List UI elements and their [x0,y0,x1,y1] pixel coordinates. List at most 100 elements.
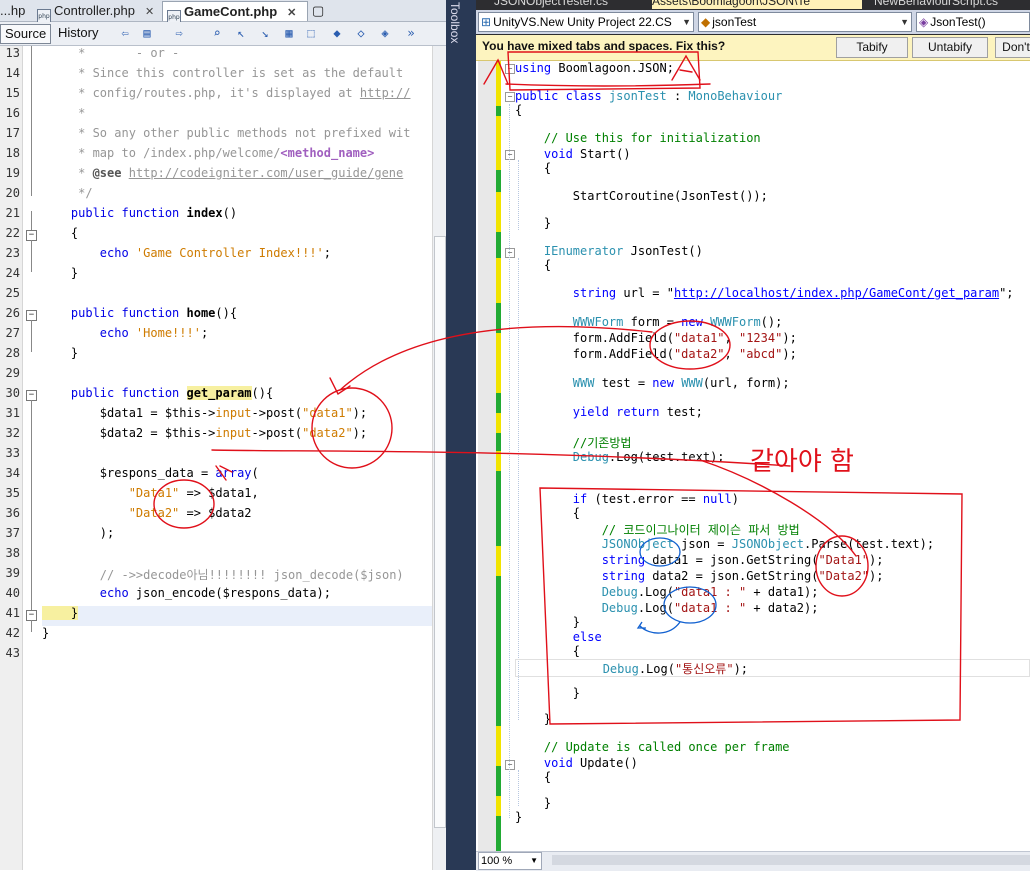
dont-button[interactable]: Don't [995,37,1030,58]
code-link[interactable]: http:// [360,86,411,100]
tab-prev-file[interactable]: ...hp [0,1,32,20]
code-link[interactable]: http://codeigniter.com/user_guide/gene [129,166,404,180]
line-number: 37 [5,526,20,540]
code-keyword: public function [42,386,187,400]
code-text: data2 = json.GetString( [645,569,819,583]
code-text: ($respons_data); [215,586,331,600]
code-text: .Log( [637,601,674,615]
zoom-dropdown[interactable]: 100 % ▼ [478,852,542,870]
fold-toggle-icon[interactable]: − [505,64,515,74]
fold-toggle-icon[interactable]: − [505,760,515,770]
back-icon[interactable]: ⇦ [118,26,132,40]
code-type: Debug [602,662,639,676]
code-line: // 코드이그나이터 제이슨 파서 방법 [515,523,800,537]
code-type: JSONObject [601,537,674,551]
code-keyword: string [572,286,617,300]
toolbox-label: Toolbox [448,2,462,44]
find-icon[interactable]: ⌕ [210,26,224,40]
toolbox-panel[interactable]: Toolbox [446,0,476,870]
code-text: ->post( [251,406,303,420]
find-next-icon[interactable]: ↘ [258,26,272,40]
line-number: 25 [5,286,20,300]
code-line: } [42,346,79,360]
more-chevron-icon[interactable]: » [404,26,418,40]
toggle-bookmark-icon[interactable]: ◈ [378,26,392,40]
code-text: ); [352,406,368,420]
toggle-highlight-icon[interactable]: ▦ [282,26,296,40]
close-icon[interactable]: ✕ [287,4,296,23]
code-keyword: new [681,315,703,329]
code-type: WWWForm [572,315,624,329]
code-line: } [42,606,79,626]
tab-label: ...hp [0,3,26,18]
code-text: JsonTest() [623,244,703,258]
horizontal-scrollbar[interactable] [552,855,1030,865]
code-string: "data1" [673,331,725,345]
scrollbar-thumb[interactable] [434,236,446,828]
tab-label: Controller.php [54,3,135,18]
code-text: $respons_data = [42,466,216,480]
line-number: 38 [5,546,20,560]
history-button[interactable]: History [54,24,102,42]
tab-controller-php[interactable]: php Controller.php ✕ [33,1,161,25]
project-dropdown[interactable]: ⊞ UnityVS.New Unity Project 22.CS ▼ [478,12,694,32]
line-number: 31 [5,406,20,420]
code-line: } [515,216,552,230]
code-line: { [515,161,552,175]
code-line: StartCoroutine(JsonTest()); [515,189,768,203]
tab-gamecont-php[interactable]: php GameCont.php ✕ [162,1,308,26]
tab-dropdown-icon[interactable]: ▢ [312,1,332,20]
code-text: ; [323,246,331,260]
code-text: $data1 = $this-> [42,406,216,420]
find-previous-icon[interactable]: ↖ [234,26,248,40]
code-text: <method_name> [280,146,375,160]
code-line: string data1 = json.GetString("Data1"); [515,553,884,569]
close-icon[interactable]: ✕ [145,3,154,22]
code-line: } [42,626,50,640]
code-type: jsonTest [608,89,667,103]
code-text: "; [999,286,1014,300]
line-number: 14 [5,66,20,80]
code-text: => $data2 [179,506,252,520]
code-text: ; [200,326,209,340]
history-dropdown-icon[interactable]: ▤ [140,26,154,40]
dropdown-value: jsonTest [712,15,757,29]
code-property: input [215,426,252,440]
code-text: form.AddField( [515,331,674,345]
code-line: * config/routes.php, it's displayed at h… [42,86,410,106]
netbeans-tab-bar: ...hp php Controller.php ✕ php GameCont.php… [0,0,446,26]
code-line: // Use this for initialization [515,131,761,145]
fold-toggle-icon[interactable]: − [505,248,515,258]
fold-toggle-icon[interactable]: − [505,92,515,102]
tabify-button[interactable]: Tabify [836,37,908,58]
source-button[interactable]: Source [0,24,52,44]
member-dropdown[interactable]: ◈ JsonTest() [916,12,1030,32]
toggle-rect-select-icon[interactable]: ⬚ [304,26,318,40]
class-dropdown[interactable]: ◆ jsonTest ▼ [698,12,912,32]
prev-bookmark-icon[interactable]: ◆ [330,26,344,40]
code-line: form.AddField("data1", "1234"); [515,331,797,347]
tab-label: GameCont.php [184,4,278,19]
tab-jsontest-cs[interactable]: Assets\Boomlagoon\JSON\Te [652,0,862,9]
code-text: ); [869,553,884,567]
netbeans-code-editor[interactable]: * - or - * Since this controller is set … [42,46,432,870]
untabify-button[interactable]: Untabify [912,37,988,58]
code-line: } [515,615,581,629]
code-line: //기존방법 [515,436,632,450]
code-line: } [515,686,581,700]
code-text: : [666,89,689,103]
forward-icon[interactable]: ⇨ [172,26,186,40]
next-bookmark-icon[interactable]: ◇ [354,26,368,40]
code-string: "data1 : " [673,601,747,615]
method-icon: ◈ [919,15,929,29]
tab-newbehaviourscript[interactable]: NewBehaviourScript.cs [874,0,1030,9]
code-string: "Data2" [818,569,870,583]
code-link[interactable]: http://localhost/index.php/GameCont/get_… [674,286,999,300]
code-line: JSONObject json = JSONObject.Parse(test.… [515,537,934,553]
fold-toggle-icon[interactable]: − [505,150,515,160]
code-type: WWWForm [710,315,761,329]
tab-jsonobjecttester[interactable]: JSONObjectTester.cs [494,0,650,9]
